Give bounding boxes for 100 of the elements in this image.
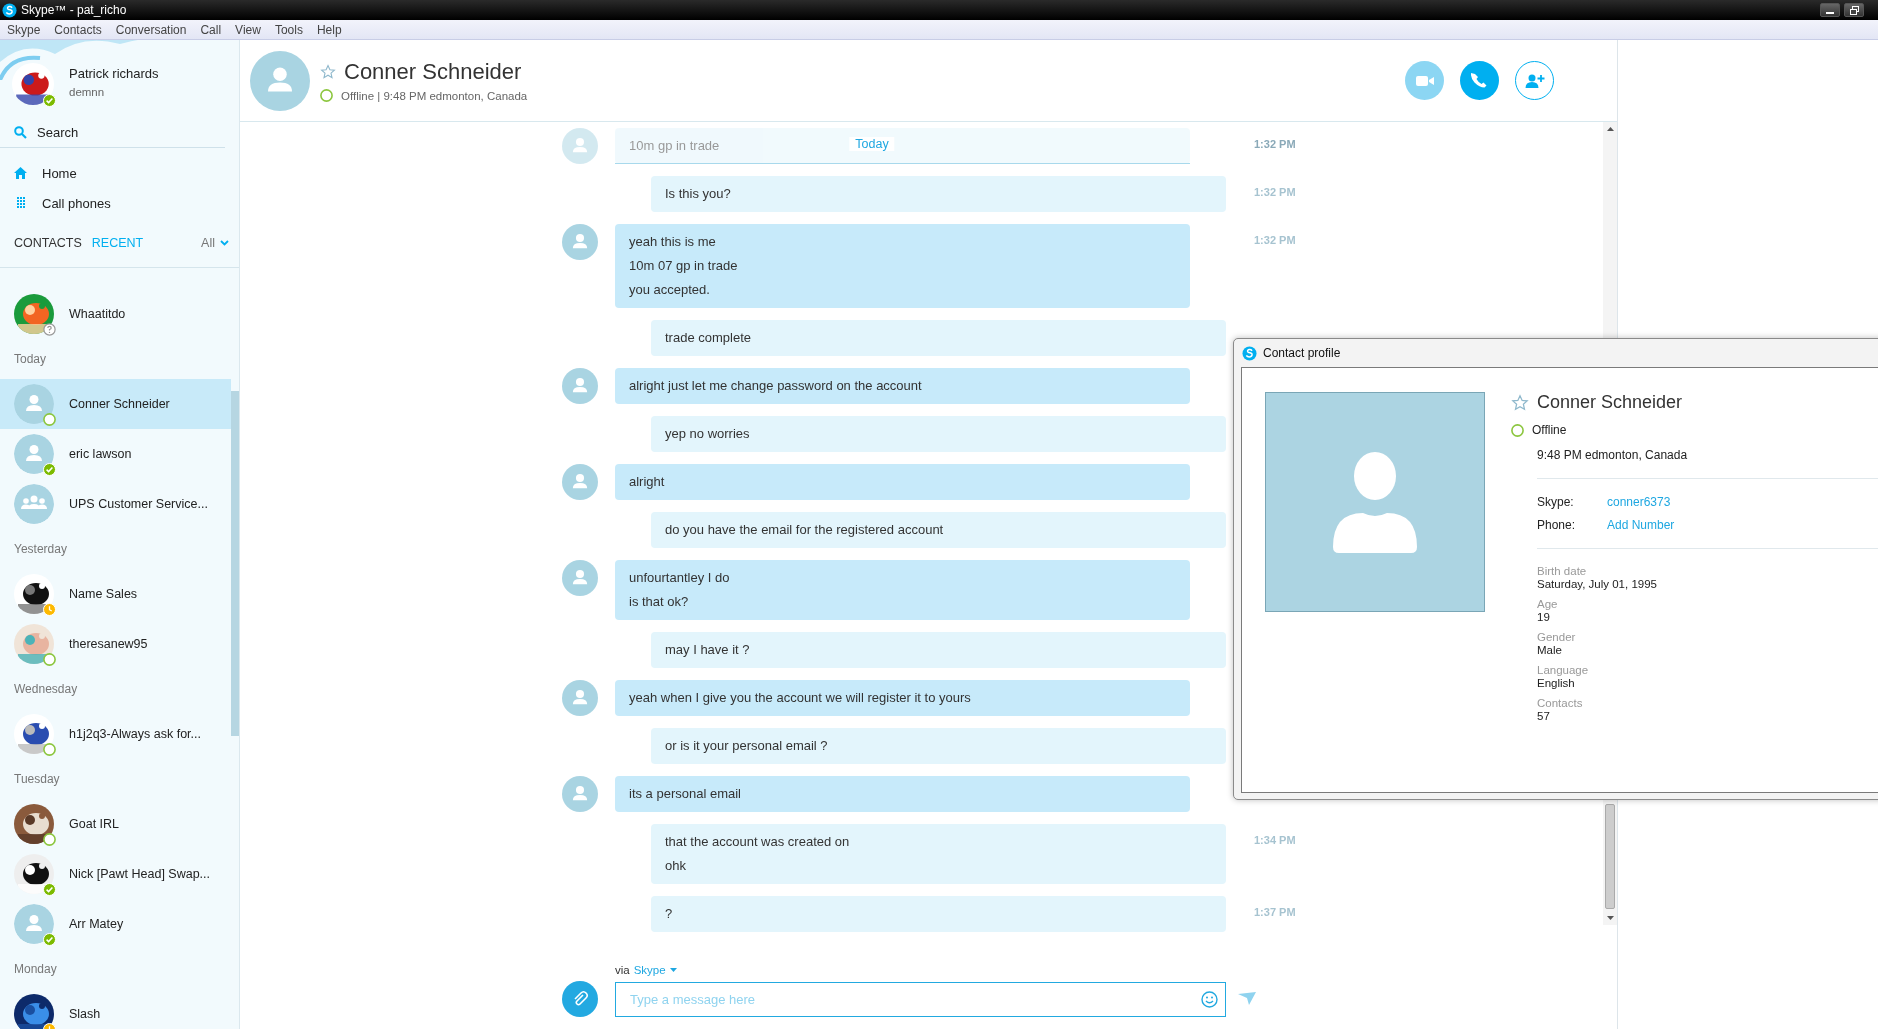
- message-bubble: Is this you?: [651, 176, 1226, 212]
- contact-item[interactable]: Goat IRL: [0, 799, 231, 849]
- restore-icon: [1849, 5, 1859, 15]
- message-time: 1:32 PM: [1254, 233, 1296, 246]
- message-bubble: may I have it ?: [651, 632, 1226, 668]
- scrollbar-thumb[interactable]: [231, 391, 239, 736]
- nav-label: Call phones: [42, 195, 111, 211]
- contact-name: Conner Schneider: [69, 397, 170, 411]
- contact-item[interactable]: h1j2q3-Always ask for...: [0, 709, 231, 759]
- person-avatar-icon: [562, 368, 598, 404]
- message-bubble: trade complete: [651, 320, 1226, 356]
- menu-item[interactable]: View: [228, 22, 268, 37]
- attach-button[interactable]: [562, 981, 598, 1017]
- contact-name: eric lawson: [69, 447, 132, 461]
- restore-button[interactable]: [1844, 3, 1864, 17]
- fact-value: Male: [1537, 644, 1563, 656]
- favorite-star-icon[interactable]: [1511, 393, 1529, 412]
- contact-name: UPS Customer Service...: [69, 497, 208, 511]
- menu-item[interactable]: Tools: [267, 22, 310, 37]
- contact-name: Name Sales: [69, 587, 138, 601]
- fact-label: Gender: [1537, 631, 1577, 643]
- contact-item[interactable]: theresanew95: [0, 619, 231, 669]
- contact-item[interactable]: Conner Schneider: [0, 379, 231, 429]
- list-tab[interactable]: CONTACTS: [14, 236, 82, 250]
- message-time: 1:32 PM: [1254, 137, 1296, 150]
- field-label: Skype:: [1537, 495, 1575, 509]
- contact-name: Goat IRL: [69, 817, 120, 831]
- search-field[interactable]: Search: [0, 117, 225, 148]
- section-header: Monday: [14, 962, 57, 976]
- section-header: Wednesday: [14, 682, 78, 696]
- fact-label: Birth date: [1537, 565, 1588, 577]
- app-logo-icon: [1242, 345, 1257, 361]
- person-avatar-icon: [14, 384, 54, 424]
- message-bubble: unfourtantley I do is that ok?: [615, 560, 1190, 620]
- via-label: via: [615, 964, 630, 976]
- scrollbar-thumb[interactable]: [1605, 804, 1615, 909]
- person-avatar-icon: [250, 50, 310, 111]
- message-bubble: yep no worries: [651, 416, 1226, 452]
- message-bubble: yeah when I give you the account we will register it to yours: [615, 680, 1190, 716]
- contact-item[interactable]: UPS Customer Service...: [0, 479, 231, 529]
- contact-name: theresanew95: [69, 637, 148, 651]
- fact-value: Saturday, July 01, 1995: [1537, 578, 1658, 590]
- message-time: 1:37 PM: [1254, 905, 1296, 918]
- nav-item[interactable]: Call phones: [0, 188, 239, 218]
- message-bubble: yeah this is me 10m 07 gp in trade you accepted.: [615, 224, 1190, 308]
- message-bubble: or is it your personal email ?: [651, 728, 1226, 764]
- message-bubble: ?: [651, 896, 1226, 932]
- person-avatar-icon: [562, 560, 598, 596]
- app-logo-icon: [2, 2, 17, 18]
- message-bubble: do you have the email for the registered account: [651, 512, 1226, 548]
- contact-item[interactable]: Nick [Pawt Head] Swap...: [0, 849, 231, 899]
- dialpad-icon: [14, 197, 27, 209]
- video-camera-icon: [1414, 73, 1435, 88]
- favorite-star-icon[interactable]: [320, 64, 336, 80]
- filter-dropdown[interactable]: All: [201, 236, 229, 250]
- menu-item[interactable]: Contacts: [47, 22, 109, 37]
- contact-name: Nick [Pawt Head] Swap...: [69, 867, 211, 881]
- field-label: Phone:: [1537, 518, 1577, 532]
- phone-icon: [1470, 71, 1489, 90]
- message-bubble: alright just let me change password on the account: [615, 368, 1190, 404]
- nav-item[interactable]: Home: [0, 158, 239, 188]
- mood-message: demnn: [69, 85, 106, 98]
- menu-item[interactable]: Call: [193, 22, 229, 37]
- person-avatar-icon: [562, 224, 598, 260]
- contact-item[interactable]: eric lawson: [0, 429, 231, 479]
- fact-value: English: [1537, 677, 1576, 689]
- message-bubble: alright: [615, 464, 1190, 500]
- presence-label: Offline: [1532, 423, 1567, 437]
- minimize-button[interactable]: [1820, 3, 1840, 17]
- day-label: Today: [849, 137, 895, 151]
- contact-item[interactable]: Slash: [0, 989, 231, 1029]
- fact-label: Language: [1537, 664, 1590, 676]
- contact-item[interactable]: Name Sales: [0, 569, 231, 619]
- person-avatar-icon: [562, 680, 598, 716]
- fact-value: 57: [1537, 710, 1551, 722]
- menu-item[interactable]: Conversation: [108, 22, 194, 37]
- add-contact-button[interactable]: [1515, 61, 1554, 100]
- contact-status: Offline | 9:48 PM edmonton, Canada: [341, 89, 528, 102]
- person-avatar-icon: [14, 904, 54, 944]
- emoji-icon[interactable]: [1201, 990, 1218, 1008]
- message-bubble: its a personal email: [615, 776, 1190, 812]
- contact-item[interactable]: Arr Matey: [0, 899, 231, 949]
- contact-item[interactable]: Whaatitdo: [0, 289, 231, 339]
- contact-title: Conner Schneider: [344, 59, 522, 85]
- menu-item[interactable]: Skype: [0, 22, 48, 37]
- person-avatar-icon: [562, 464, 598, 500]
- fact-label: Age: [1537, 598, 1559, 610]
- person-avatar-icon: [562, 128, 598, 164]
- search-icon: [14, 125, 27, 139]
- message-field[interactable]: Type a message here: [615, 981, 1226, 1017]
- contact-name: Arr Matey: [69, 917, 124, 931]
- call-button[interactable]: [1460, 61, 1499, 100]
- send-icon[interactable]: [1238, 992, 1256, 1006]
- contact-name: Slash: [69, 1007, 101, 1021]
- dialog-title: Contact profile: [1263, 346, 1341, 360]
- window-title: Skype™ - pat_richo: [21, 3, 127, 17]
- menu-item[interactable]: Help: [309, 22, 349, 37]
- message-time: 1:34 PM: [1254, 833, 1296, 846]
- fact-value: 19: [1537, 611, 1551, 623]
- profile-name: Conner Schneider: [1537, 392, 1683, 413]
